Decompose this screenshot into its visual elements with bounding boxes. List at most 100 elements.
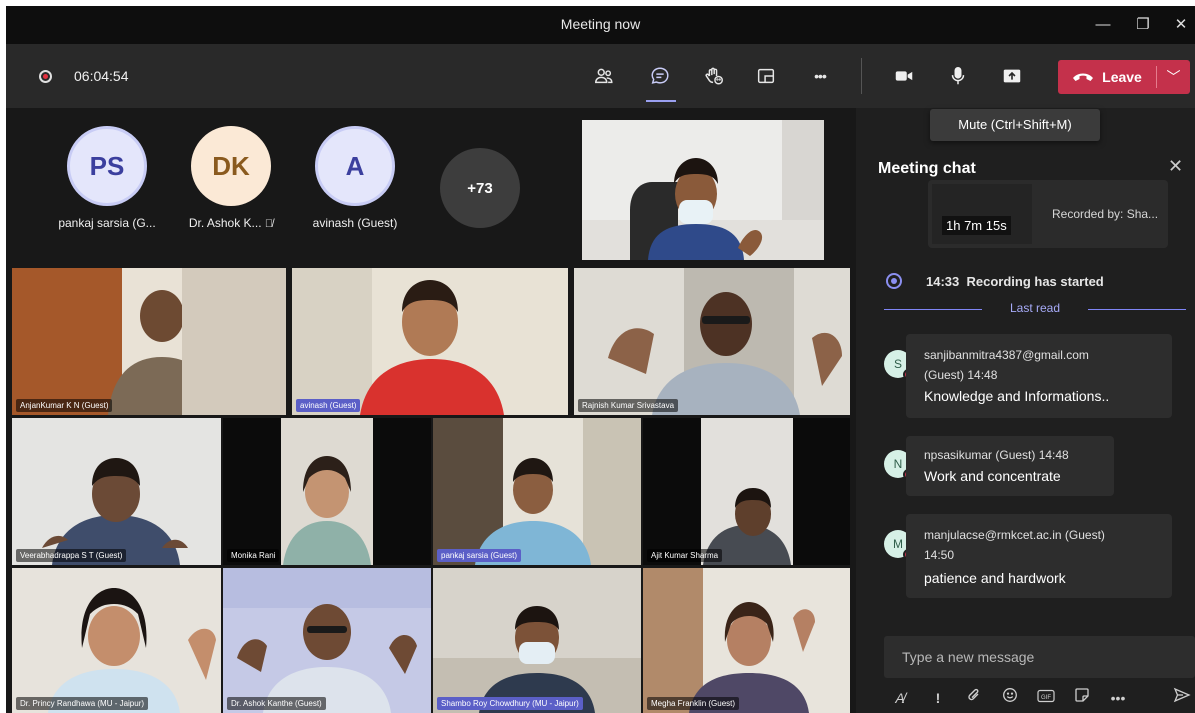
video-feed xyxy=(643,418,850,565)
mic-off-icon: 🎙̸ xyxy=(264,218,274,230)
video-feed xyxy=(643,568,850,713)
mute-tooltip: Mute (Ctrl+Shift+M) xyxy=(930,109,1100,141)
more-participants-button[interactable]: +73 xyxy=(440,148,520,228)
video-tile[interactable]: Megha Franklin (Guest) xyxy=(643,568,850,713)
important-icon[interactable]: ! xyxy=(926,686,950,710)
leave-options-chevron-icon[interactable]: ﹀ xyxy=(1157,60,1190,94)
video-feed xyxy=(433,418,641,565)
video-tile[interactable]: Veerabhadrappa S T (Guest) xyxy=(12,418,221,565)
video-feed xyxy=(292,268,568,415)
chat-title: Meeting chat xyxy=(878,160,976,177)
audio-participant[interactable]: DK Dr. Ashok K... 🎙̸ xyxy=(176,126,286,246)
avatar: A xyxy=(315,126,395,206)
teams-meeting-window: Meeting now — ❐ ✕ 06:04:54 ••• Leave ﹀ M… xyxy=(6,6,1195,713)
recorded-by: Recorded by: Sha... xyxy=(1052,207,1159,221)
format-icon[interactable]: A̸ xyxy=(888,686,912,710)
chat-icon[interactable] xyxy=(644,62,676,90)
meeting-toolbar: 06:04:54 ••• Leave ﹀ xyxy=(6,44,1195,108)
emoji-icon[interactable] xyxy=(998,686,1022,710)
tile-name-label: pankaj sarsia (Guest) xyxy=(437,549,522,562)
tile-name-label: AnjanKumar K N (Guest) xyxy=(16,399,113,412)
video-feed xyxy=(12,418,221,565)
tile-name-label: Megha Franklin (Guest) xyxy=(647,697,740,710)
tile-name-label: Dr. Princy Randhawa (MU - Jaipur) xyxy=(16,697,149,710)
avatar: DK xyxy=(191,126,271,206)
video-tile[interactable]: AnjanKumar K N (Guest) xyxy=(12,268,286,415)
video-tile[interactable]: Dr. Princy Randhawa (MU - Jaipur) xyxy=(12,568,221,713)
close-chat-icon[interactable]: ✕ xyxy=(1168,156,1183,177)
video-tile[interactable]: pankaj sarsia (Guest) xyxy=(433,418,641,565)
tile-name-label: avinash (Guest) xyxy=(296,399,361,412)
hang-up-icon xyxy=(1073,73,1094,81)
video-tile[interactable]: avinash (Guest) xyxy=(292,268,568,415)
participant-name: pankaj sarsia (G... xyxy=(58,216,156,230)
more-actions-icon[interactable]: ••• xyxy=(804,62,836,90)
featured-video-tile[interactable] xyxy=(582,120,824,260)
video-tile[interactable]: Dr. Ashok Kanthe (Guest) xyxy=(223,568,431,713)
video-tile[interactable]: Rajnish Kumar Srivastava xyxy=(574,268,850,415)
video-feed xyxy=(574,268,850,415)
toolbar-separator xyxy=(861,58,862,94)
meeting-stage: PS pankaj sarsia (G... DK Dr. Ashok K...… xyxy=(6,108,856,713)
message-body: Knowledge and Informations.. xyxy=(924,388,1110,404)
recording-thumbnail xyxy=(932,184,1032,244)
chat-message[interactable]: manjulacse@rmkcet.ac.in (Guest) 14:50 pa… xyxy=(906,514,1172,598)
more-options-icon[interactable]: ••• xyxy=(1106,686,1130,710)
message-meta: (Guest) 14:48 xyxy=(924,368,998,382)
audio-participant[interactable]: PS pankaj sarsia (G... xyxy=(52,126,162,246)
participants-icon[interactable] xyxy=(588,62,620,90)
message-input[interactable] xyxy=(884,636,1195,678)
audio-participant[interactable]: A avinash (Guest) xyxy=(300,126,410,246)
tile-name-label: Rajnish Kumar Srivastava xyxy=(578,399,679,412)
video-feed xyxy=(223,418,431,565)
restore-button[interactable]: ❐ xyxy=(1128,12,1158,38)
tile-name-label: Shambo Roy Chowdhury (MU - Jaipur) xyxy=(437,697,583,710)
recording-started-message: 14:33 Recording has started xyxy=(926,274,1104,289)
message-sender: sanjibanmitra4387@gmail.com xyxy=(924,348,1089,362)
tile-name-label: Ajit Kumar Sharma xyxy=(647,549,723,562)
tile-name-label: Dr. Ashok Kanthe (Guest) xyxy=(227,697,326,710)
sticker-icon[interactable] xyxy=(1070,686,1094,710)
compose-toolbar: A̸ ! GIF ••• xyxy=(884,686,1195,710)
message-body: patience and hardwork xyxy=(924,570,1066,586)
recording-duration: 1h 7m 15s xyxy=(942,216,1011,235)
video-tile[interactable]: Shambo Roy Chowdhury (MU - Jaipur) xyxy=(433,568,641,713)
message-sender: npsasikumar (Guest) 14:48 xyxy=(924,448,1069,462)
avatar: PS xyxy=(67,126,147,206)
message-meta: 14:50 xyxy=(924,548,955,562)
message-body: Work and concentrate xyxy=(924,468,1061,484)
recording-card[interactable]: 1h 7m 15s Recorded by: Sha... xyxy=(928,180,1168,248)
microphone-icon[interactable] xyxy=(942,62,974,90)
reactions-icon[interactable] xyxy=(698,62,730,90)
last-read-divider: Last read xyxy=(884,301,1186,317)
attach-icon[interactable] xyxy=(962,686,986,710)
video-feed xyxy=(12,568,221,713)
tile-name-label: Veerabhadrappa S T (Guest) xyxy=(16,549,127,562)
leave-button-group: Leave ﹀ xyxy=(1058,60,1190,94)
window-title: Meeting now xyxy=(560,16,641,32)
minimize-button[interactable]: — xyxy=(1088,12,1118,38)
send-icon[interactable] xyxy=(1170,686,1194,710)
video-feed xyxy=(582,120,824,260)
compose-box[interactable] xyxy=(884,636,1195,678)
last-read-label: Last read xyxy=(1009,301,1061,315)
message-sender: manjulacse@rmkcet.ac.in (Guest) xyxy=(924,528,1105,542)
meeting-chat-panel: Meeting chat ✕ 1h 7m 15s Recorded by: Sh… xyxy=(856,108,1195,713)
participant-name: Dr. Ashok K... 🎙̸ xyxy=(188,216,274,230)
close-window-button[interactable]: ✕ xyxy=(1166,12,1195,38)
chat-message[interactable]: npsasikumar (Guest) 14:48 Work and conce… xyxy=(906,436,1114,496)
active-tab-indicator xyxy=(646,100,676,102)
leave-button[interactable]: Leave xyxy=(1058,60,1156,94)
video-tile[interactable]: Monika Rani xyxy=(223,418,431,565)
participant-name: avinash (Guest) xyxy=(312,216,398,230)
tile-name-label: Monika Rani xyxy=(227,549,280,562)
title-bar: Meeting now — ❐ ✕ xyxy=(6,6,1195,44)
share-tray-icon[interactable] xyxy=(996,62,1028,90)
chat-message[interactable]: sanjibanmitra4387@gmail.com (Guest) 14:4… xyxy=(906,334,1172,418)
video-feed xyxy=(223,568,431,713)
video-tile[interactable]: Ajit Kumar Sharma xyxy=(643,418,850,565)
camera-icon[interactable] xyxy=(888,62,920,90)
video-feed xyxy=(433,568,641,713)
rooms-icon[interactable] xyxy=(750,62,782,90)
gif-icon[interactable]: GIF xyxy=(1034,686,1058,710)
